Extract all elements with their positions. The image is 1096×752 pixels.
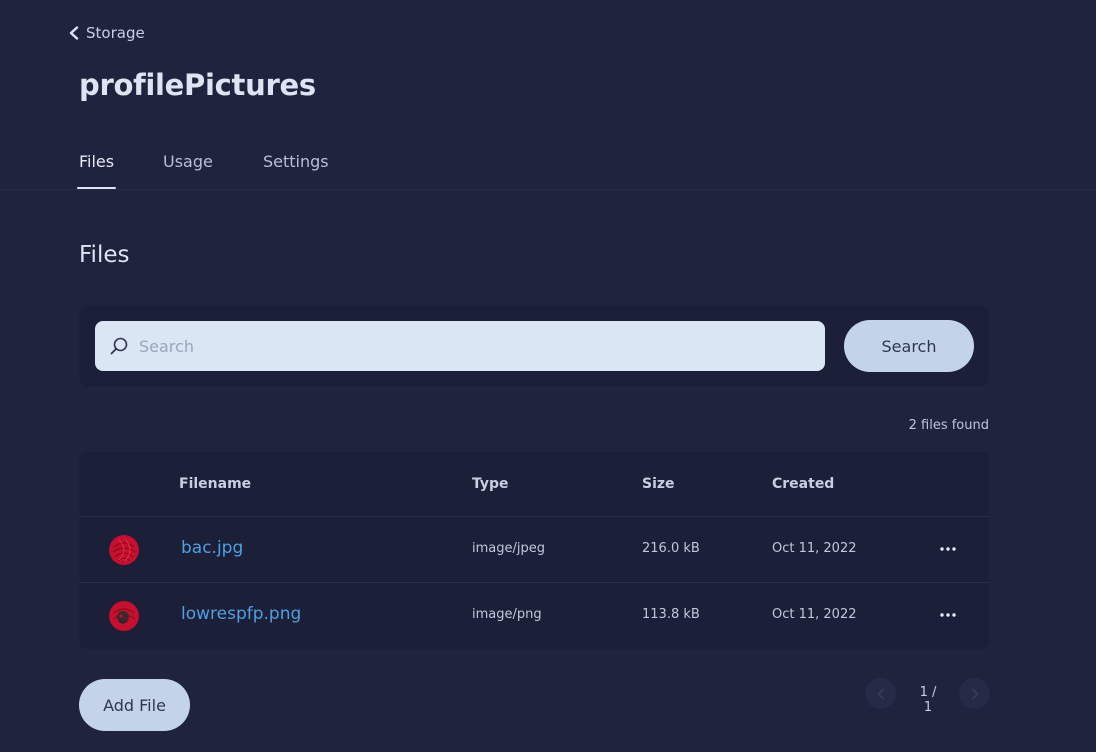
breadcrumb-back-storage[interactable]: Storage (68, 24, 145, 42)
more-horizontal-icon (940, 613, 956, 617)
file-type: image/png (472, 607, 542, 622)
section-title: Files (79, 242, 130, 268)
more-horizontal-icon (940, 547, 956, 551)
file-created: Oct 11, 2022 (772, 607, 857, 622)
chevron-left-icon (877, 688, 884, 699)
file-link[interactable]: bac.jpg (181, 538, 243, 558)
search-icon (110, 337, 128, 355)
tab-files[interactable]: Files (79, 152, 114, 171)
file-thumbnail (109, 601, 139, 631)
tab-settings[interactable]: Settings (263, 152, 329, 171)
file-type: image/jpeg (472, 541, 545, 556)
page-title: profilePictures (79, 68, 316, 102)
page-indicator: 1 / 1 (919, 685, 937, 715)
row-actions-button[interactable] (936, 605, 960, 625)
column-header-created: Created (772, 476, 835, 492)
file-size: 113.8 kB (642, 607, 700, 622)
column-header-size: Size (642, 476, 675, 492)
column-header-type: Type (472, 476, 509, 492)
files-table: Filename Type Size Created bac.jpg image… (79, 452, 989, 649)
tab-bar: Files Usage Settings (0, 140, 1096, 190)
row-actions-button[interactable] (936, 539, 960, 559)
chevron-right-icon (971, 688, 978, 699)
file-thumbnail (109, 535, 139, 565)
search-panel: Search (79, 305, 989, 387)
search-box (95, 321, 825, 371)
previous-page-button[interactable] (865, 678, 896, 709)
file-link[interactable]: lowrespfp.png (181, 604, 301, 624)
next-page-button[interactable] (959, 678, 990, 709)
files-count: 2 files found (908, 418, 989, 433)
column-header-filename: Filename (179, 476, 252, 492)
table-row: lowrespfp.png image/png 113.8 kB Oct 11,… (79, 583, 989, 649)
breadcrumb-label: Storage (86, 24, 145, 42)
table-row: bac.jpg image/jpeg 216.0 kB Oct 11, 2022 (79, 517, 989, 583)
file-size: 216.0 kB (642, 541, 700, 556)
file-created: Oct 11, 2022 (772, 541, 857, 556)
active-tab-indicator (77, 187, 116, 189)
storage-bucket-page: Storage profilePictures Files Usage Sett… (0, 0, 1096, 752)
search-input[interactable] (139, 321, 809, 371)
chevron-left-icon (69, 26, 79, 40)
search-button[interactable]: Search (844, 320, 974, 372)
table-header: Filename Type Size Created (79, 452, 989, 517)
add-file-button[interactable]: Add File (79, 679, 190, 731)
tab-usage[interactable]: Usage (163, 152, 213, 171)
pagination: 1 / 1 (865, 678, 990, 715)
